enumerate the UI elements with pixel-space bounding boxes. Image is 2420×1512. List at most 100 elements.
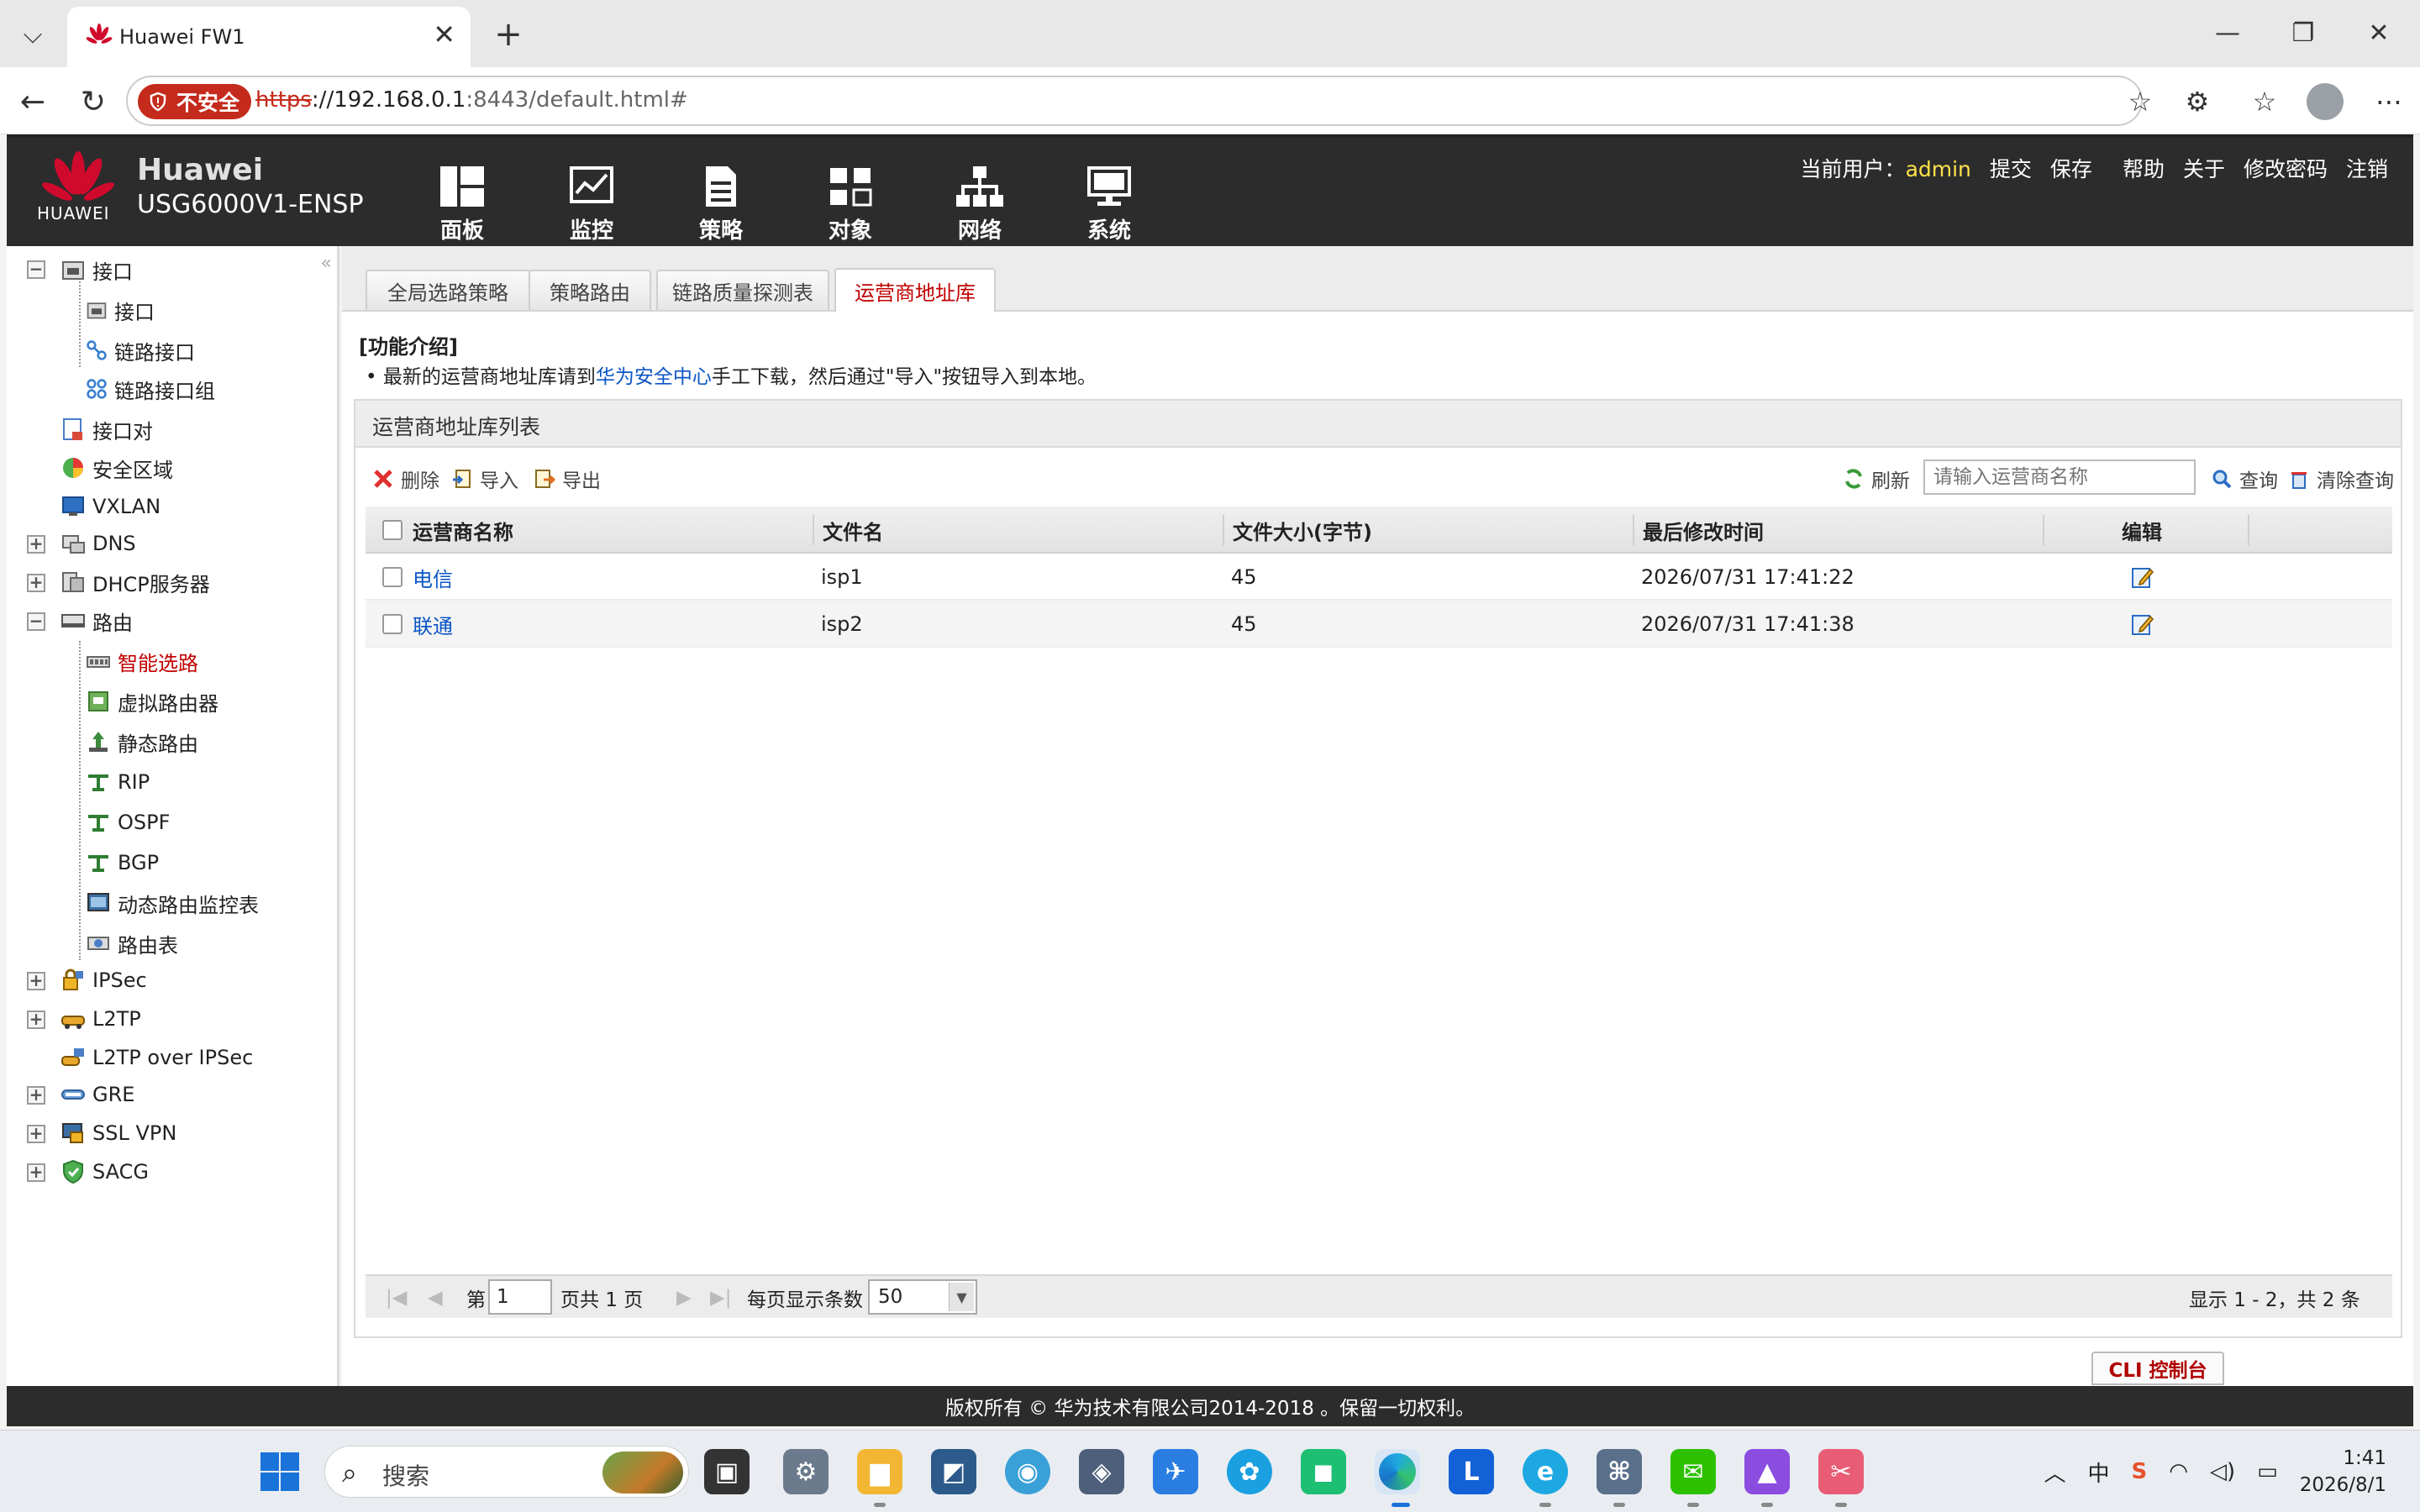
sidebar-item-link-interface[interactable]: 链路接口 <box>86 333 195 367</box>
about-link[interactable]: 关于 <box>2183 153 2225 183</box>
clear-query-button[interactable]: 清除查询 <box>2288 465 2394 493</box>
show-hidden-icons-chevron-up-icon[interactable]: ︿ <box>2044 1457 2066 1488</box>
favorite-star-icon[interactable]: ☆ <box>2119 81 2161 123</box>
submit-link[interactable]: 提交 <box>1990 153 2032 183</box>
restore-icon[interactable]: ❐ <box>2274 12 2333 54</box>
expand-toggle-icon[interactable]: + <box>27 1125 45 1143</box>
remote-desktop-icon[interactable]: ◩ <box>931 1449 976 1494</box>
help-link[interactable]: 帮助 <box>2123 153 2165 183</box>
page-number-input[interactable]: 1 <box>488 1279 552 1315</box>
taskbar-search[interactable]: ⌕ 搜索 <box>324 1446 689 1498</box>
ime-indicator[interactable]: 中 <box>2088 1457 2110 1488</box>
edge-ai-icon[interactable]: e <box>1523 1449 1568 1494</box>
sidebar-item-interface-pair[interactable]: 接口对 <box>60 412 153 446</box>
task-view-icon[interactable]: ▣ <box>704 1449 750 1494</box>
close-window-icon[interactable]: ✕ <box>2349 12 2408 54</box>
sidebar-item-intelligent-routing[interactable]: 智能选路 <box>86 644 198 678</box>
favorites-icon[interactable]: ☆ <box>2244 81 2286 123</box>
wifi-icon[interactable]: ◠ <box>2169 1459 2188 1484</box>
isp-name-link[interactable]: 电信 <box>413 554 453 601</box>
battery-icon[interactable]: ▭ <box>2257 1459 2278 1484</box>
app-eye-icon[interactable]: ◉ <box>1005 1449 1050 1494</box>
expand-toggle-icon[interactable]: + <box>27 1011 45 1029</box>
sidebar-item-ipsec[interactable]: IPSec <box>60 963 147 997</box>
row-checkbox[interactable] <box>382 567 402 587</box>
nav-network[interactable]: 网络 <box>929 163 1030 244</box>
url-field[interactable]: 不安全 https://192.168.0.1:8443/default.htm… <box>126 76 2152 126</box>
column-header-last-modified[interactable]: 最后修改时间 <box>1643 507 1764 554</box>
edit-icon[interactable] <box>2130 554 2155 601</box>
delete-button[interactable]: 删除 <box>372 465 439 493</box>
edit-icon[interactable] <box>2130 601 2155 648</box>
edge-browser-icon[interactable] <box>1375 1449 1420 1494</box>
sidebar-item-gre[interactable]: GRE <box>60 1078 134 1111</box>
expand-toggle-icon[interactable]: + <box>27 1086 45 1105</box>
more-options-icon[interactable]: ⋯ <box>2368 81 2410 123</box>
sidebar-item-rip[interactable]: RIP <box>86 765 150 799</box>
last-page-icon[interactable]: ▶| <box>710 1276 731 1320</box>
lark-app-icon[interactable]: L <box>1449 1449 1494 1494</box>
nav-dashboard[interactable]: 面板 <box>412 163 513 244</box>
network-tool-icon[interactable]: ⌘ <box>1597 1449 1642 1494</box>
prev-page-icon[interactable]: ◀ <box>428 1276 443 1320</box>
tab-isp-address-library[interactable]: 运营商地址库 <box>834 268 996 312</box>
sidebar-item-routing-table[interactable]: 路由表 <box>86 927 178 960</box>
column-header-file-size[interactable]: 文件大小(字节) <box>1233 507 1372 554</box>
bird-app-icon[interactable]: ✈ <box>1153 1449 1198 1494</box>
not-secure-badge[interactable]: 不安全 <box>138 84 252 119</box>
virtualbox-icon[interactable]: ◈ <box>1079 1449 1124 1494</box>
windows-start-icon[interactable] <box>259 1451 301 1493</box>
collapse-toggle-icon[interactable]: − <box>27 612 45 631</box>
expand-toggle-icon[interactable]: + <box>27 972 45 990</box>
column-header-isp-name[interactable]: 运营商名称 <box>413 507 513 554</box>
tab-list-dropdown-icon[interactable]: ⌵ <box>12 13 54 55</box>
volume-icon[interactable]: ◁) <box>2210 1459 2235 1484</box>
page-size-select[interactable]: 50 ▼ <box>868 1279 977 1315</box>
sidebar-item-link-interface-group[interactable]: 链路接口组 <box>86 372 215 406</box>
extensions-icon[interactable]: ⚙ <box>2176 81 2218 123</box>
save-link[interactable]: 保存 <box>2050 153 2092 183</box>
sidebar-item-dynamic-route-monitor[interactable]: 动态路由监控表 <box>86 886 259 920</box>
sidebar-item-dhcp-server[interactable]: DHCP服务器 <box>60 565 210 599</box>
expand-toggle-icon[interactable]: + <box>27 535 45 554</box>
sidebar-item-dns[interactable]: DNS <box>60 527 136 560</box>
sidebar-item-security-zone[interactable]: 安全区域 <box>60 451 173 485</box>
sidebar-item-virtual-router[interactable]: 虚拟路由器 <box>86 685 218 718</box>
sidebar-item-ssl-vpn[interactable]: SSL VPN <box>60 1116 176 1150</box>
nav-object[interactable]: 对象 <box>800 163 901 244</box>
file-explorer-icon[interactable]: ▆ <box>857 1449 902 1494</box>
sidebar-item-interface-sub[interactable]: 接口 <box>86 293 155 327</box>
sidebar-item-ospf[interactable]: OSPF <box>86 806 170 839</box>
reload-icon[interactable]: ↻ <box>72 81 114 123</box>
browser-tab[interactable]: Huawei FW1 ✕ <box>67 7 471 67</box>
close-tab-icon[interactable]: ✕ <box>433 18 455 50</box>
sidebar-item-vxlan[interactable]: VXLAN <box>60 490 160 523</box>
nav-monitor[interactable]: 监控 <box>541 163 642 244</box>
import-button[interactable]: 导入 <box>451 465 518 493</box>
cli-console-button[interactable]: CLI 控制台 <box>2091 1352 2224 1385</box>
sidebar-item-l2tp[interactable]: L2TP <box>60 1002 141 1036</box>
sidebar-item-routing[interactable]: 路由 <box>60 604 133 638</box>
snipping-tool-icon[interactable]: ✂ <box>1818 1449 1864 1494</box>
nav-system[interactable]: 系统 <box>1059 163 1160 244</box>
settings-gear-icon[interactable]: ⚙ <box>783 1449 829 1494</box>
select-all-checkbox[interactable] <box>382 520 402 540</box>
sidebar-item-bgp[interactable]: BGP <box>86 846 159 879</box>
new-tab-icon[interactable]: + <box>487 13 529 55</box>
minimize-icon[interactable]: — <box>2198 12 2257 54</box>
huawei-security-center-link[interactable]: 华为安全中心 <box>596 366 712 388</box>
expand-toggle-icon[interactable]: + <box>27 1163 45 1182</box>
column-header-file-name[interactable]: 文件名 <box>823 507 883 554</box>
nav-policy[interactable]: 策略 <box>671 163 771 244</box>
collapse-toggle-icon[interactable]: − <box>27 260 45 279</box>
next-page-icon[interactable]: ▶ <box>676 1276 692 1320</box>
refresh-button[interactable]: 刷新 <box>1843 465 1910 493</box>
sidebar-item-static-route[interactable]: 静态路由 <box>86 725 198 759</box>
first-page-icon[interactable]: |◀ <box>386 1276 407 1320</box>
wechat-icon[interactable]: ✉ <box>1670 1449 1716 1494</box>
row-checkbox[interactable] <box>382 614 402 634</box>
change-password-link[interactable]: 修改密码 <box>2244 153 2328 183</box>
sidebar-item-l2tp-over-ipsec[interactable]: L2TP over IPSec <box>60 1041 253 1074</box>
draw-app-icon[interactable]: ▲ <box>1744 1449 1790 1494</box>
sidebar-item-interface[interactable]: 接口 <box>60 253 133 286</box>
